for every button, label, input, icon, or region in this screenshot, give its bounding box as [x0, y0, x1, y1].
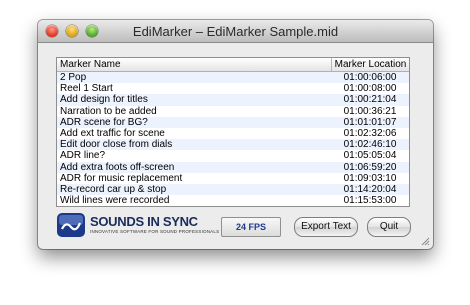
marker-location-cell: 01:00:06:00: [343, 72, 397, 83]
marker-name-cell: Wild lines were recorded: [60, 195, 170, 207]
table-header: Marker Name Marker Location: [57, 58, 409, 72]
column-header-marker-location[interactable]: Marker Location: [332, 58, 409, 71]
table-body: 2 Pop 01:00:06:00 Reel 1 Start 01:00:08:00 A…: [57, 72, 409, 207]
table-row[interactable]: Add design for titles 01:00:21:04: [57, 94, 409, 106]
table-row[interactable]: Re-record car up & stop 01:14:20:04: [57, 183, 409, 196]
sounds-in-sync-logo-icon: [57, 213, 85, 237]
marker-name-cell: Add design for titles: [60, 94, 148, 106]
marker-location-cell: 01:06:59:20: [343, 161, 397, 173]
marker-name-cell: Re-record car up & stop: [60, 183, 167, 195]
export-text-button[interactable]: Export Text: [294, 217, 358, 237]
table-row[interactable]: ADR for music replacement 01:09:03:10: [57, 172, 409, 184]
marker-location-cell: 01:09:03:10: [343, 172, 397, 184]
marker-location-cell: 01:00:21:04: [343, 94, 397, 106]
table-row[interactable]: Edit door close from dials 01:02:46:10: [57, 139, 409, 151]
app-window: EdiMarker – EdiMarker Sample.mid Marker …: [38, 20, 433, 249]
marker-location-cell: 01:05:05:04: [343, 150, 397, 162]
marker-name-cell: ADR scene for BG?: [60, 116, 148, 128]
marker-name-cell: ADR line?: [60, 150, 106, 162]
table-row[interactable]: 2 Pop 01:00:06:00: [57, 72, 409, 84]
window-title: EdiMarker – EdiMarker Sample.mid: [132, 24, 339, 39]
marker-name-cell: Add extra foots off-screen: [60, 161, 175, 173]
marker-name-cell: Edit door close from dials: [60, 139, 173, 151]
marker-table: Marker Name Marker Location 2 Pop 01:00:0…: [56, 57, 410, 207]
fps-display[interactable]: 24 FPS: [221, 217, 281, 237]
marker-name-cell: LFOA: [57, 206, 331, 207]
table-row[interactable]: ADR scene for BG? 01:01:01:07: [57, 116, 409, 128]
marker-location-cell: 01:17:55:21: [331, 206, 409, 207]
marker-location-cell: 01:02:46:10: [343, 139, 397, 151]
table-row[interactable]: ADR line? 01:05:05:04: [57, 150, 409, 162]
table-row[interactable]: Add ext traffic for scene 01:02:32:06: [57, 127, 409, 140]
marker-location-cell: 01:15:53:00: [343, 195, 397, 207]
logo-name: SOUNDS IN SYNC: [90, 214, 198, 229]
column-header-marker-name[interactable]: Marker Name: [57, 58, 332, 71]
table-row[interactable]: Narration to be added 01:00:36:21: [57, 105, 409, 117]
table-row[interactable]: Reel 1 Start 01:00:08:00: [57, 83, 409, 95]
sounds-in-sync-logo: SOUNDS IN SYNC INNOVATIVE SOFTWARE FOR S…: [56, 212, 219, 238]
marker-location-cell: 01:02:32:06: [343, 127, 397, 139]
marker-location-cell: 01:00:36:21: [343, 105, 397, 117]
marker-name-cell: ADR for music replacement: [60, 172, 183, 184]
resize-grip-icon[interactable]: [420, 236, 430, 246]
marker-location-cell: 01:01:01:07: [343, 116, 397, 128]
table-row[interactable]: Wild lines were recorded 01:15:53:00: [57, 195, 409, 206]
marker-name-cell: Add ext traffic for scene: [60, 127, 165, 139]
marker-location-cell: 01:14:20:04: [343, 183, 397, 195]
table-row[interactable]: Add extra foots off-screen 01:06:59:20: [57, 161, 409, 173]
title-bar[interactable]: EdiMarker – EdiMarker Sample.mid: [38, 20, 433, 43]
table-row[interactable]: LFOA01:17:55:21: [57, 206, 409, 207]
marker-name-cell: 2 Pop: [60, 72, 87, 83]
marker-name-cell: Narration to be added: [60, 105, 157, 117]
logo-tagline: INNOVATIVE SOFTWARE FOR SOUND PROFESSION…: [90, 229, 220, 234]
quit-button[interactable]: Quit: [367, 217, 411, 237]
marker-location-cell: 01:00:08:00: [343, 83, 397, 95]
marker-name-cell: Reel 1 Start: [60, 83, 113, 95]
